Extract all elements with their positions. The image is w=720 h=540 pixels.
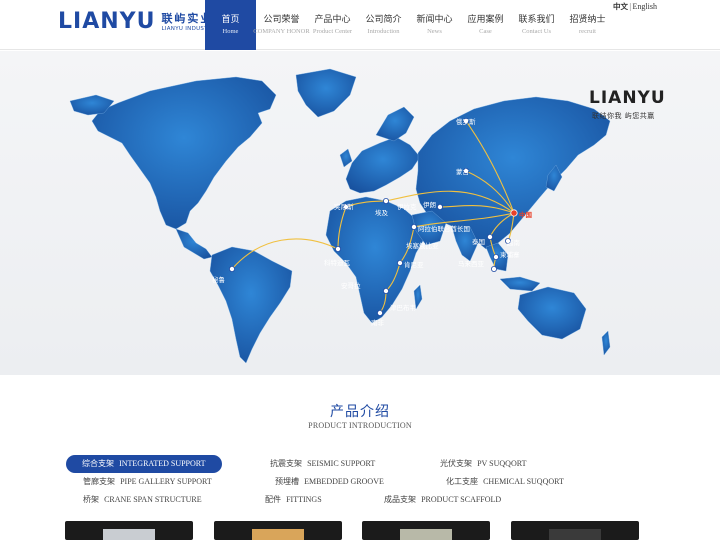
nav-label-cn: 招贤纳士: [569, 14, 606, 25]
category-pv-support[interactable]: 光伏支架 PV SUQQORT: [440, 455, 526, 473]
nav-item-recruit[interactable]: 招贤纳士 recruit: [562, 0, 613, 50]
site-header: LIANYU 联屿实业 LIANYU INDUSTRIAL 首页 Home 公司…: [0, 0, 720, 50]
nav-label-cn: 公司荣誉: [263, 14, 300, 25]
category-label-en: CHEMICAL SUQQORT: [483, 477, 564, 486]
category-label-cn: 光伏支架: [440, 459, 472, 468]
nav-label-cn: 新闻中心: [416, 14, 453, 25]
city-label-china: 中国: [519, 211, 532, 219]
city-label-cote-divoire: 科特迪瓦: [324, 259, 350, 267]
lang-english-link[interactable]: English: [633, 2, 657, 11]
category-label-cn: 管廊支架: [83, 477, 115, 486]
nav-label-en: Contact Us: [521, 27, 552, 35]
category-label-en: PIPE GALLERY SUPPORT: [120, 477, 212, 486]
site-logo[interactable]: LIANYU 联屿实业 LIANYU INDUSTRIAL: [58, 11, 221, 33]
category-label-cn: 桥架: [83, 495, 99, 504]
city-label-mongolia: 蒙古: [456, 168, 469, 176]
nav-item-product-center[interactable]: 产品中心 Product Center: [307, 0, 358, 50]
south-america-landmass: [209, 246, 293, 364]
city-label-zimbabwe: 津巴布韦: [390, 304, 416, 312]
city-label-malaysia: 马来西亚: [458, 260, 484, 268]
main-nav: 首页 Home 公司荣誉 COMPANY HONOR 产品中心 Product …: [205, 0, 613, 50]
city-label-peru: 秘鲁: [212, 276, 225, 284]
category-label-en: EMBEDDED GROOVE: [304, 477, 384, 486]
nav-label-en: Introduction: [367, 27, 400, 35]
category-label-cn: 综合支架: [82, 459, 114, 468]
europe-landmass: [345, 136, 421, 194]
city-label-iraq: 伊拉克: [397, 203, 417, 211]
category-label-cn: 化工支座: [446, 477, 478, 486]
nav-label-en: Product Center: [312, 27, 353, 35]
category-label-en: PV SUQQORT: [477, 459, 527, 468]
category-label-cn: 成品支架: [384, 495, 416, 504]
category-fittings[interactable]: 配件 FITTINGS: [265, 491, 322, 509]
category-integrated-support[interactable]: 综合支架 INTEGRATED SUPPORT: [66, 455, 222, 473]
nav-label-en: Home: [222, 27, 239, 35]
product-thumbnail[interactable]: [214, 521, 342, 540]
product-thumbnail[interactable]: [511, 521, 639, 540]
north-america-landmass: [91, 76, 277, 230]
category-label-en: INTEGRATED SUPPORT: [119, 459, 206, 468]
city-label-tunisia: 突尼斯: [334, 203, 354, 211]
category-label-en: SEISMIC SUPPORT: [307, 459, 376, 468]
city-label-iran: 伊朗: [423, 201, 436, 209]
nav-label-cn: 首页: [221, 14, 240, 25]
category-embedded-groove[interactable]: 预埋槽 EMBEDDED GROOVE: [275, 473, 384, 491]
nav-item-introduction[interactable]: 公司简介 Introduction: [358, 0, 409, 50]
nav-item-contact-us[interactable]: 联系我们 Contact Us: [511, 0, 562, 50]
nav-label-cn: 联系我们: [518, 14, 555, 25]
city-label-thailand: 泰国: [472, 238, 485, 246]
greenland-landmass: [295, 68, 357, 118]
indonesia-landmass: [499, 276, 541, 292]
product-thumbnail[interactable]: [362, 521, 490, 540]
product-section-subtitle: PRODUCT INTRODUCTION: [308, 421, 412, 430]
central-america-landmass: [175, 228, 213, 260]
lang-separator: |: [629, 2, 632, 11]
city-label-cambodia: 柬埔寨: [500, 251, 520, 259]
banner-brand-logo: LIANYU: [589, 88, 666, 108]
australia-landmass: [517, 286, 587, 340]
category-product-scaffold[interactable]: 成品支架 PRODUCT SCAFFOLD: [384, 491, 501, 509]
category-crane-span-structure[interactable]: 桥架 CRANE SPAN STRUCTURE: [83, 491, 202, 509]
lang-chinese-link[interactable]: 中文: [613, 2, 628, 11]
city-label-kenya: 肯尼亚: [404, 261, 424, 269]
category-label-en: PRODUCT SCAFFOLD: [421, 495, 502, 504]
banner-slogan: 联结你我 屿您共赢: [592, 112, 655, 120]
nav-label-en: News: [427, 27, 442, 35]
language-switcher: 中文|English: [613, 1, 657, 12]
city-label-ethiopia: 埃塞俄比亚: [406, 242, 439, 250]
category-label-en: CRANE SPAN STRUCTURE: [104, 495, 202, 504]
nav-item-home[interactable]: 首页 Home: [205, 0, 256, 50]
nav-label-en: COMPANY HONOR: [253, 27, 310, 35]
product-thumbnail[interactable]: [65, 521, 193, 540]
category-label-cn: 抗震支架: [270, 459, 302, 468]
city-label-uae: 阿拉伯联合酋长国: [418, 225, 470, 233]
city-label-vietnam: 越南: [507, 239, 520, 247]
uk-landmass: [339, 148, 353, 168]
nav-label-cn: 产品中心: [314, 14, 351, 25]
city-label-angola: 安哥拉: [341, 282, 361, 290]
nav-label-cn: 应用案例: [467, 14, 504, 25]
nav-item-news[interactable]: 新闻中心 News: [409, 0, 460, 50]
nav-item-case[interactable]: 应用案例 Case: [460, 0, 511, 50]
city-label-egypt: 埃及: [375, 209, 388, 217]
nav-label-en: Case: [479, 27, 492, 35]
category-pipe-gallery-support[interactable]: 管廊支架 PIPE GALLERY SUPPORT: [83, 473, 212, 491]
scandinavia-landmass: [375, 106, 415, 142]
category-label-en: FITTINGS: [286, 495, 322, 504]
category-label-cn: 预埋槽: [275, 477, 299, 486]
nav-label-cn: 公司简介: [365, 14, 402, 25]
hero-banner: LIANYU 联结你我 屿您共赢 俄罗斯 蒙古 中国 伊拉克 伊朗 阿拉伯联合酋…: [0, 51, 720, 375]
category-seismic-support[interactable]: 抗震支架 SEISMIC SUPPORT: [270, 455, 375, 473]
logo-wordmark: LIANYU: [58, 9, 156, 34]
new-zealand-landmass: [601, 330, 611, 356]
nav-label-en: recruit: [579, 27, 596, 35]
city-label-russia: 俄罗斯: [456, 118, 476, 126]
category-chemical-support[interactable]: 化工支座 CHEMICAL SUQQORT: [446, 473, 564, 491]
city-label-south-africa: 南非: [371, 319, 384, 327]
nav-item-company-honor[interactable]: 公司荣誉 COMPANY HONOR: [253, 0, 310, 50]
category-label-cn: 配件: [265, 495, 281, 504]
